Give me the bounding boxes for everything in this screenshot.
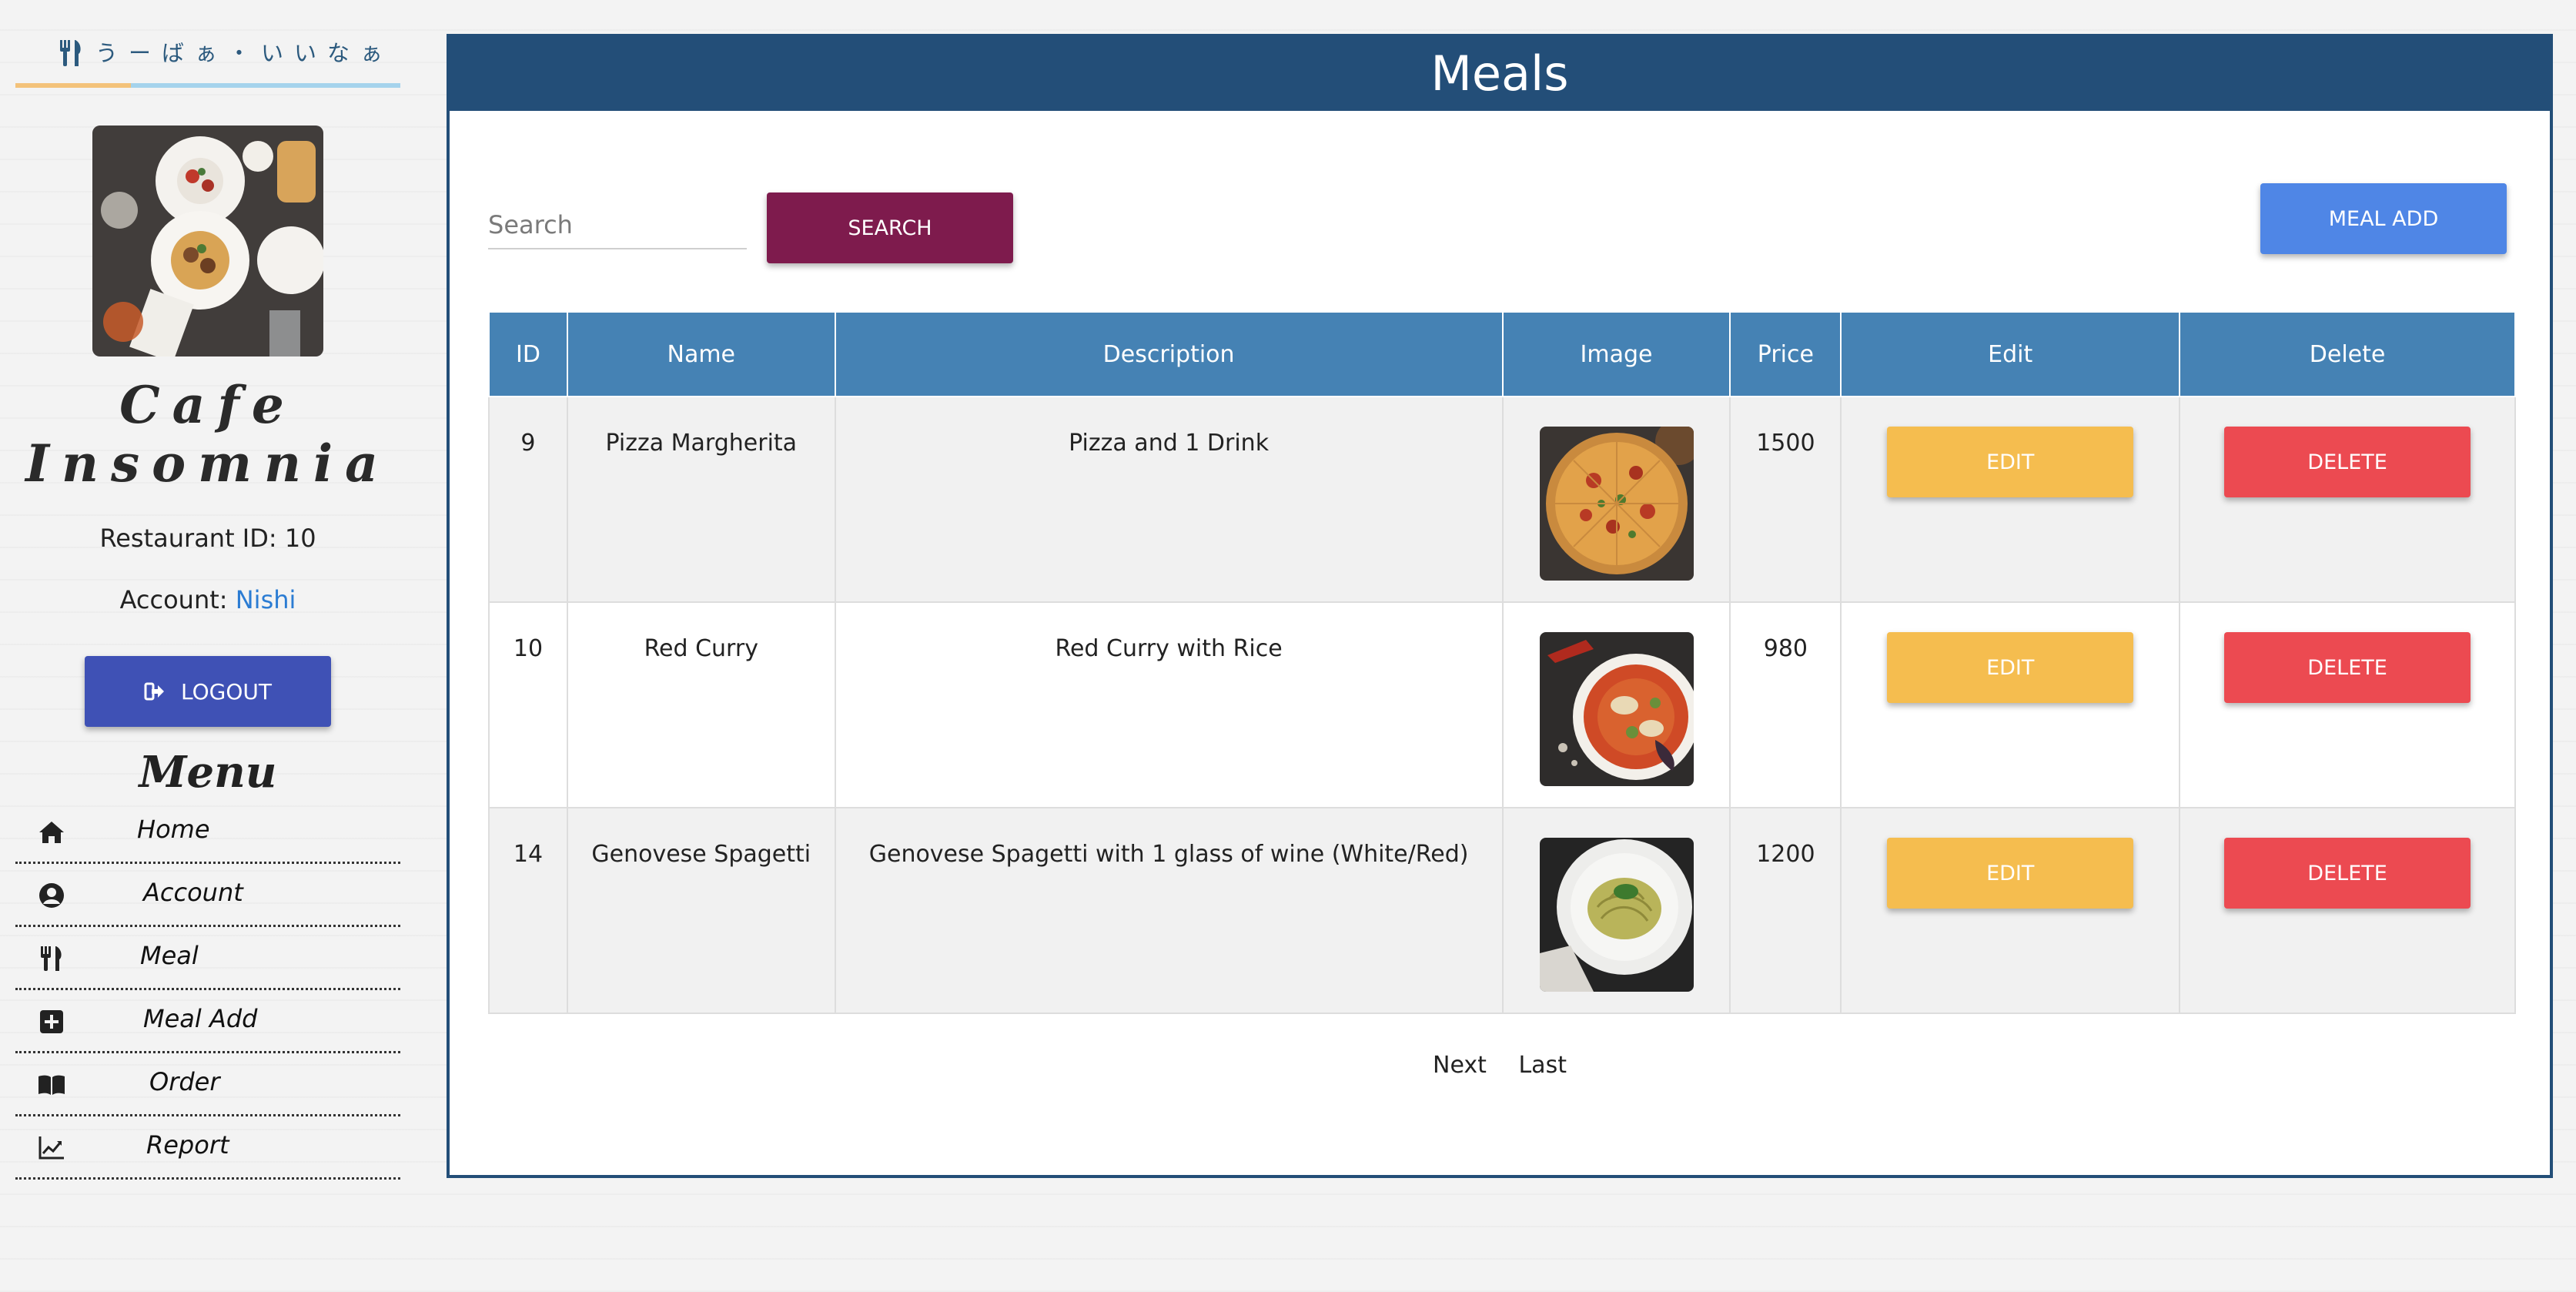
fork-knife-icon (41, 946, 62, 971)
search-button[interactable]: SEARCH (767, 192, 1013, 263)
sidebar-menu: Home Account Meal Meal Add Order Report (15, 801, 400, 1180)
brand-header[interactable]: うーばぁ・いいなぁ (15, 31, 400, 88)
table-row: 10 Red Curry Red Curry with Rice 980 EDI… (488, 601, 2516, 808)
cell-delete: DELETE (2179, 807, 2516, 1014)
sidebar-item-label: Order (149, 1067, 220, 1096)
cell-description: Genovese Spagetti with 1 glass of wine (… (834, 807, 1504, 1014)
delete-button[interactable]: DELETE (2224, 427, 2471, 497)
cell-edit: EDIT (1840, 396, 2181, 603)
cell-id: 9 (488, 396, 568, 603)
cell-image (1501, 396, 1731, 603)
sidebar-item-label: Meal (140, 941, 199, 970)
meal-image-red-curry (1539, 632, 1694, 786)
account-info: Account: Nishi (0, 585, 416, 614)
cell-delete: DELETE (2179, 396, 2516, 603)
logout-label: LOGOUT (181, 678, 272, 705)
sidebar-item-report[interactable]: Report (15, 1116, 400, 1180)
restaurant-id: Restaurant ID: 10 (99, 524, 316, 553)
delete-button[interactable]: DELETE (2224, 632, 2471, 703)
cell-id: 14 (488, 807, 568, 1014)
sidebar-item-order[interactable]: Order (15, 1053, 400, 1116)
search-input[interactable] (488, 202, 747, 249)
plus-square-icon (40, 1010, 63, 1033)
line-chart-icon (38, 1136, 64, 1160)
sidebar-item-home[interactable]: Home (15, 801, 400, 864)
logout-button[interactable]: LOGOUT (85, 656, 331, 727)
pagination: Next Last (450, 1052, 2550, 1079)
cell-edit: EDIT (1840, 807, 2181, 1014)
pagination-next-link[interactable]: Next (1433, 1052, 1487, 1079)
cell-name: Red Curry (566, 601, 836, 808)
fork-knife-icon (60, 40, 81, 66)
brand-underline (15, 83, 400, 88)
sidebar: うーばぁ・いいなぁ Cafe Insomnia Restaurant ID: 1… (0, 0, 416, 1292)
column-header-price[interactable]: Price (1729, 311, 1842, 397)
book-icon (38, 1075, 65, 1095)
user-circle-icon (39, 883, 64, 908)
brand-text: うーばぁ・いいなぁ (95, 40, 394, 66)
column-header-delete[interactable]: Delete (2179, 311, 2516, 397)
home-icon (39, 822, 64, 843)
cell-description: Red Curry with Rice (834, 601, 1504, 808)
account-label: Account: (119, 585, 236, 614)
cell-price: 1200 (1729, 807, 1842, 1014)
column-header-description[interactable]: Description (834, 311, 1504, 397)
cafe-photo (92, 126, 323, 356)
column-header-name[interactable]: Name (566, 311, 836, 397)
sign-out-icon (144, 682, 164, 701)
meal-image-pasta (1539, 838, 1694, 992)
cell-id: 10 (488, 601, 568, 808)
cell-image (1501, 601, 1731, 808)
cell-image (1501, 807, 1731, 1014)
column-header-image[interactable]: Image (1501, 311, 1731, 397)
menu-title: Menu (139, 747, 277, 798)
cell-description: Pizza and 1 Drink (834, 396, 1504, 603)
account-name-link[interactable]: Nishi (236, 585, 296, 614)
cafe-name: Cafe Insomnia (25, 375, 390, 494)
meal-add-button[interactable]: MEAL ADD (2260, 183, 2507, 254)
sidebar-item-label: Account (143, 878, 243, 907)
sidebar-item-label: Home (137, 815, 210, 844)
table-row: 9 Pizza Margherita Pizza and 1 Drink 150… (488, 396, 2516, 603)
cell-price: 980 (1729, 601, 1842, 808)
table-row: 14 Genovese Spagetti Genovese Spagetti w… (488, 807, 2516, 1014)
column-header-edit[interactable]: Edit (1840, 311, 2181, 397)
cell-name: Genovese Spagetti (566, 807, 836, 1014)
sidebar-item-meal-add[interactable]: Meal Add (15, 990, 400, 1053)
column-header-id[interactable]: ID (488, 311, 568, 397)
cell-delete: DELETE (2179, 601, 2516, 808)
edit-button[interactable]: EDIT (1887, 632, 2134, 703)
sidebar-item-account[interactable]: Account (15, 864, 400, 927)
delete-button[interactable]: DELETE (2224, 838, 2471, 909)
meals-panel: Meals SEARCH MEAL ADD ID Name Descriptio… (447, 34, 2553, 1178)
table-header-row: ID Name Description Image Price Edit Del… (488, 311, 2516, 397)
sidebar-item-meal[interactable]: Meal (15, 927, 400, 990)
edit-button[interactable]: EDIT (1887, 427, 2134, 497)
meals-table: ID Name Description Image Price Edit Del… (488, 311, 2516, 1014)
meal-image-pizza (1539, 427, 1694, 581)
sidebar-item-label: Report (146, 1130, 229, 1160)
pagination-last-link[interactable]: Last (1518, 1052, 1567, 1079)
edit-button[interactable]: EDIT (1887, 838, 2134, 909)
sidebar-item-label: Meal Add (143, 1004, 258, 1033)
cell-name: Pizza Margherita (566, 396, 836, 603)
page-title: Meals (450, 37, 2550, 111)
cell-edit: EDIT (1840, 601, 2181, 808)
cell-price: 1500 (1729, 396, 1842, 603)
